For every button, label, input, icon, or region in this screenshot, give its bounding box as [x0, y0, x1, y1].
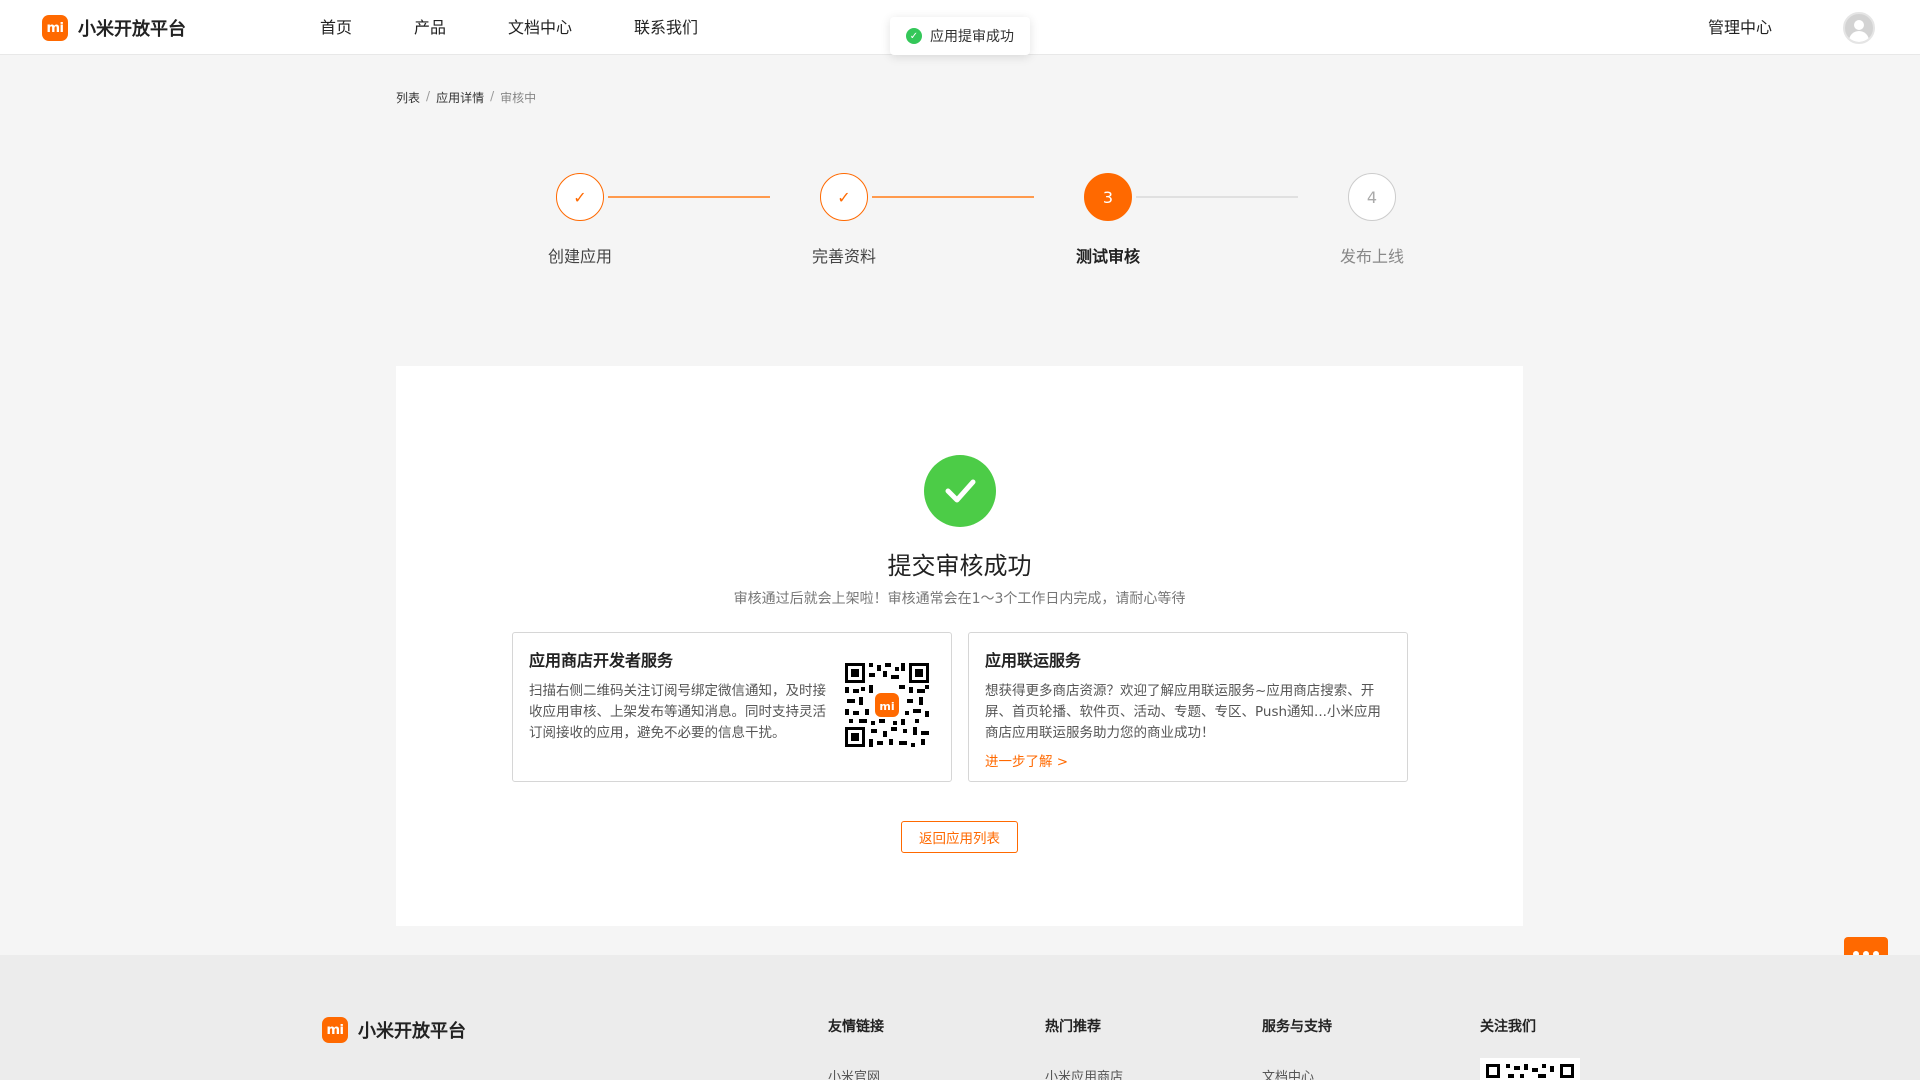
progress-steps: ✓ 创建应用 ✓ 完善资料 3 测试审核 4 发布上线	[520, 173, 1404, 273]
footer-col-support: 服务与支持 文档中心	[1262, 1016, 1332, 1080]
qr-code-icon: mi	[843, 661, 931, 749]
ops-service-card: 应用联运服务 想获得更多商店资源？欢迎了解应用联运服务~应用商店搜索、开屏、首页…	[968, 632, 1408, 782]
step-connector	[1136, 196, 1298, 198]
footer-link[interactable]: 小米应用商店	[1045, 1066, 1123, 1080]
step-label: 完善资料	[811, 247, 876, 266]
result-title: 提交审核成功	[887, 552, 1032, 580]
nav-products[interactable]: 产品	[414, 0, 446, 55]
breadcrumb-app-detail[interactable]: 应用详情	[436, 89, 484, 106]
step-label: 发布上线	[1339, 247, 1404, 266]
learn-more-link[interactable]: 进一步了解 >	[985, 750, 1391, 770]
logo-text: 小米开放平台	[78, 19, 186, 40]
dev-service-card: 应用商店开发者服务 扫描右侧二维码关注订阅号绑定微信通知，及时接收应用审核、上架…	[512, 632, 952, 782]
footer-col-hot: 热门推荐 小米应用商店	[1045, 1016, 1123, 1080]
return-app-list-button[interactable]: 返回应用列表	[901, 821, 1018, 853]
footer-col-title: 热门推荐	[1045, 1019, 1101, 1035]
step-label: 创建应用	[547, 247, 612, 266]
nav-home[interactable]: 首页	[320, 0, 352, 55]
footer-link[interactable]: 文档中心	[1262, 1066, 1332, 1080]
service-text: 扫描右侧二维码关注订阅号绑定微信通知，及时接收应用审核、上架发布等通知消息。同时…	[529, 683, 826, 741]
nav-contact[interactable]: 联系我们	[634, 0, 698, 55]
step-complete-info: ✓ 完善资料	[784, 173, 904, 267]
breadcrumb-separator: /	[490, 89, 495, 103]
step-test-review: 3 测试审核	[1048, 173, 1168, 267]
site-logo[interactable]: mi 小米开放平台	[42, 15, 186, 41]
footer-logo[interactable]: mi 小米开放平台	[322, 1017, 466, 1043]
result-description: 审核通过后就会上架啦！审核通常会在1～3个工作日内完成，请耐心等待	[733, 591, 1186, 607]
step-number: 4	[1348, 173, 1396, 221]
nav-docs[interactable]: 文档中心	[508, 0, 572, 55]
breadcrumb: 列表 / 应用详情 / 审核中	[396, 89, 536, 106]
footer: mi 小米开放平台 友情链接 小米官网 热门推荐 小米应用商店 服务与支持 文档…	[0, 955, 1920, 1080]
footer-link[interactable]: 小米官网	[828, 1066, 884, 1080]
footer-col-follow: 关注我们	[1480, 1016, 1536, 1036]
avatar-head-icon	[1854, 20, 1864, 30]
step-publish: 4 发布上线	[1312, 173, 1432, 267]
footer-col-links: 友情链接 小米官网	[828, 1016, 884, 1080]
breadcrumb-current: 审核中	[500, 91, 537, 105]
manage-center-link[interactable]: 管理中心	[1708, 0, 1772, 55]
step-connector	[608, 196, 770, 198]
service-text: 想获得更多商店资源？欢迎了解应用联运服务~应用商店搜索、开屏、首页轮播、软件页、…	[985, 683, 1381, 741]
svg-text:mi: mi	[879, 700, 894, 713]
avatar[interactable]	[1843, 12, 1875, 44]
footer-col-title: 服务与支持	[1262, 1019, 1332, 1035]
avatar-body-icon	[1849, 31, 1869, 42]
success-toast: ✓ 应用提审成功	[890, 17, 1030, 55]
footer-qr-code-icon	[1480, 1058, 1580, 1080]
success-check-icon	[924, 455, 996, 527]
breadcrumb-list[interactable]: 列表	[396, 89, 420, 106]
breadcrumb-separator: /	[426, 89, 431, 103]
step-connector	[872, 196, 1034, 198]
footer-col-title: 关注我们	[1480, 1019, 1536, 1035]
main-nav: 首页 产品 文档中心 联系我们	[320, 0, 760, 55]
footer-col-title: 友情链接	[828, 1019, 884, 1035]
toast-text: 应用提审成功	[930, 29, 1014, 45]
result-card: 提交审核成功 审核通过后就会上架啦！审核通常会在1～3个工作日内完成，请耐心等待…	[396, 366, 1523, 926]
step-label: 测试审核	[1075, 247, 1140, 266]
footer-logo-text: 小米开放平台	[358, 1021, 466, 1042]
mi-logo-icon: mi	[322, 1017, 348, 1043]
check-icon: ✓	[556, 173, 604, 221]
step-create-app: ✓ 创建应用	[520, 173, 640, 267]
check-circle-icon: ✓	[906, 28, 922, 44]
check-icon: ✓	[820, 173, 868, 221]
step-number: 3	[1084, 173, 1132, 221]
service-title: 应用联运服务	[985, 651, 1082, 670]
mi-logo-icon: mi	[42, 15, 68, 41]
